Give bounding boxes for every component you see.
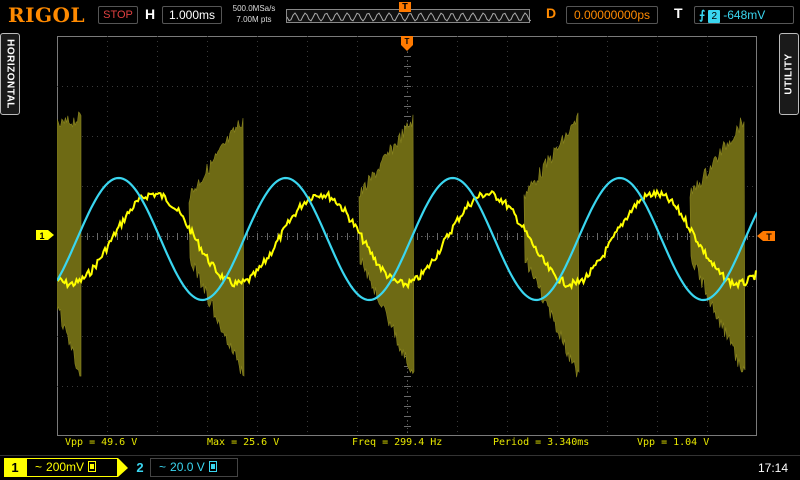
horizontal-label: H xyxy=(145,6,156,22)
ch2-number[interactable]: 2 xyxy=(130,458,150,477)
memory-depth: 7.00M pts xyxy=(236,15,272,24)
trigger-settings[interactable]: ⨍ 2 -648mV xyxy=(694,6,794,24)
sample-info: 500.0MSa/s 7.00M pts xyxy=(228,3,280,25)
sample-rate: 500.0MSa/s xyxy=(232,4,276,13)
ch1-level-marker-label: 1 xyxy=(39,231,44,241)
measurement-vpp-ch1: Vpp = 49.6 V xyxy=(65,437,138,448)
measurement-freq: Freq = 299.4 Hz xyxy=(352,437,443,448)
ch2-coupling: ~ xyxy=(159,460,167,474)
ch1-number[interactable]: 1 xyxy=(4,458,26,477)
ch1-settings[interactable]: ~200mV xyxy=(26,458,118,477)
waveform-display[interactable] xyxy=(57,36,757,436)
ch1-active-arrow xyxy=(118,458,128,477)
clock: 17:14 xyxy=(758,461,789,475)
delay-value[interactable]: 0.00000000ps xyxy=(566,6,658,24)
brand-logo: RIGOL xyxy=(8,3,86,27)
utility-tab-label: UTILITY xyxy=(783,53,795,95)
measurement-max: Max = 25.6 V xyxy=(207,437,280,448)
horizontal-tab-label: HORIZONTAL xyxy=(4,39,16,109)
ch1-scale: 200mV xyxy=(46,460,85,474)
trigger-level-marker[interactable]: T xyxy=(757,229,777,243)
measurement-period: Period = 3.340ms xyxy=(493,437,590,448)
trigger-level: -648mV xyxy=(723,8,766,22)
horizontal-tab[interactable]: HORIZONTAL xyxy=(0,33,20,115)
measurement-bar: Vpp = 49.6 V Max = 25.6 V Freq = 299.4 H… xyxy=(57,436,757,450)
trigger-label: T xyxy=(674,5,683,21)
ch1-coupling: ~ xyxy=(35,460,43,474)
measurement-vpp: Vpp = 1.04 V xyxy=(637,437,710,448)
trigger-time-marker[interactable]: T xyxy=(400,36,414,52)
ch1-burst-envelope xyxy=(57,111,746,378)
delay-label: D xyxy=(546,5,557,21)
top-status-bar: RIGOL STOP H 1.000ms 500.0MSa/s 7.00M pt… xyxy=(0,0,800,30)
trigger-time-marker-label: T xyxy=(405,37,410,46)
ch1-level-marker[interactable]: 1 xyxy=(36,228,56,242)
memory-bar-waveform xyxy=(287,12,531,22)
trigger-level-marker-label: T xyxy=(766,232,772,242)
run-stop-status[interactable]: STOP xyxy=(98,6,138,24)
timebase-value[interactable]: 1.000ms xyxy=(162,6,222,24)
trigger-position-marker: T xyxy=(399,2,411,12)
ch2-bandwidth-icon xyxy=(208,461,217,472)
utility-tab[interactable]: UTILITY xyxy=(779,33,799,115)
rising-edge-icon: ⨍ xyxy=(699,8,706,22)
ch2-scale: 20.0 V xyxy=(170,460,205,474)
ch2-settings[interactable]: ~20.0 V xyxy=(150,458,238,477)
trigger-source: 2 xyxy=(708,10,721,23)
ch1-bandwidth-icon xyxy=(88,461,97,472)
